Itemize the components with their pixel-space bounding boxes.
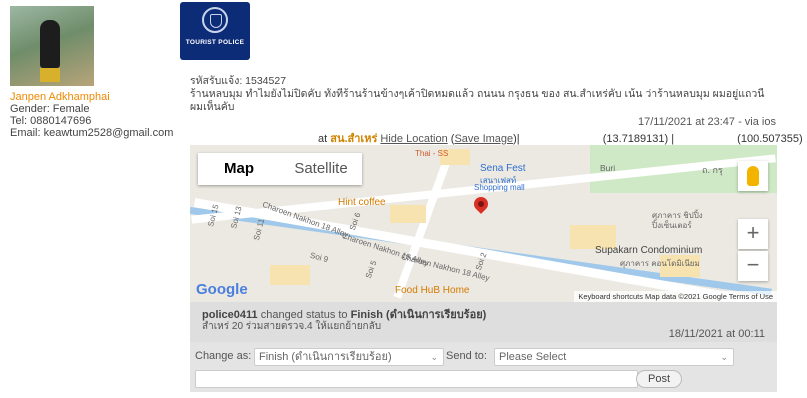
police-badge-icon xyxy=(202,7,228,33)
map-attribution[interactable]: Keyboard shortcuts Map data ©2021 Google… xyxy=(574,291,777,302)
hint-coffee-label[interactable]: Hint coffee xyxy=(338,197,386,208)
status-note: สำเหร่ 20 ร่วมสายตรวจ.4 ให้แยกย้ายกลับ xyxy=(202,321,382,332)
report-message: ร้านหลบมุม ทำไมยังไม่ปิดคับ ทั้งที่ร้านร… xyxy=(190,88,765,100)
hide-location-link[interactable]: Hide Location xyxy=(380,133,447,145)
comment-input[interactable] xyxy=(195,370,638,388)
tab-satellite[interactable]: Satellite xyxy=(280,153,362,185)
location-pin-icon[interactable] xyxy=(471,194,491,214)
logo-subtitle: i lert u xyxy=(196,52,224,63)
save-image-link[interactable]: Save Image xyxy=(454,133,513,145)
longitude: (100.507355) xyxy=(737,133,803,145)
send-to-label: Send to: xyxy=(446,350,487,362)
street-view-pegman-icon[interactable] xyxy=(738,161,768,191)
post-button[interactable]: Post xyxy=(636,370,682,388)
map-view[interactable]: Thai - SS Buri ถ. กรุ Sena Fest เสนาเฟสท… xyxy=(190,145,777,302)
map-type-control: Map Satellite xyxy=(198,153,362,185)
zoom-out-button[interactable]: − xyxy=(738,251,768,281)
report-timestamp: 17/11/2021 at 23:47 - via ios xyxy=(637,116,776,128)
user-tel: Tel: 0880147696 xyxy=(10,115,92,127)
report-message-cont: ผมเห็นคับ xyxy=(190,101,235,113)
send-to-select[interactable]: Please Select ⌄ xyxy=(494,348,734,366)
user-gender: Gender: Female xyxy=(10,103,90,115)
chevron-down-icon: ⌄ xyxy=(430,352,438,362)
supakarn-label[interactable]: Supakarn Condominium xyxy=(595,245,702,256)
report-id: รหัสรับแจ้ง: 1534527 xyxy=(190,75,287,87)
change-as-label: Change as: xyxy=(195,350,252,362)
user-email: Email: keawtum2528@gmail.com xyxy=(10,127,174,139)
zoom-in-button[interactable]: + xyxy=(738,219,768,249)
latitude: (13.7189131) xyxy=(602,133,669,145)
user-avatar xyxy=(10,6,94,86)
user-name[interactable]: Janpen Adkhamphai xyxy=(10,91,110,103)
status-update-panel: police0411 changed status to Finish (ดำเ… xyxy=(190,302,777,342)
food-hub-label[interactable]: Food HuB Home xyxy=(395,285,469,296)
tab-map[interactable]: Map xyxy=(198,153,280,185)
status-timestamp: 18/11/2021 at 00:11 xyxy=(668,328,765,340)
google-logo[interactable]: Google xyxy=(196,281,248,298)
change-as-select[interactable]: Finish (ดำเนินการเรียบร้อย) ⌄ xyxy=(254,348,444,366)
chevron-down-icon: ⌄ xyxy=(720,352,728,362)
location-place: สน.สำเหร่ xyxy=(330,133,378,145)
status-change-form: Change as: Finish (ดำเนินการเรียบร้อย) ⌄ … xyxy=(190,342,777,392)
sena-fest-label[interactable]: Sena Fest xyxy=(480,163,526,174)
